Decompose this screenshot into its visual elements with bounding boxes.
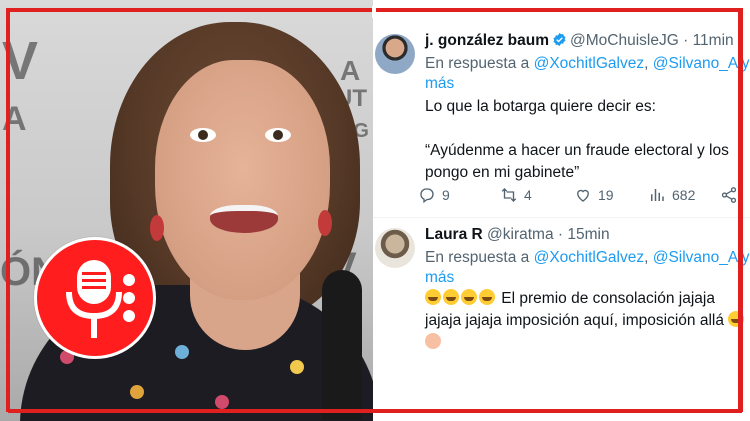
- reply-prefix: En respuesta a: [425, 55, 534, 72]
- timestamp[interactable]: 11min: [693, 32, 734, 49]
- tweet[interactable]: Laura R @kiratma · 15min En respuesta a …: [373, 222, 750, 421]
- timestamp[interactable]: 15min: [567, 226, 609, 243]
- frame-border-right: [738, 8, 743, 412]
- avatar[interactable]: [375, 228, 415, 268]
- display-name[interactable]: Laura R: [425, 226, 483, 243]
- like-count: 19: [598, 187, 614, 203]
- mouth: [210, 205, 278, 233]
- tweet-thread: j. gonzález baum @MoChuisleJG · 11min En …: [373, 0, 750, 421]
- tweet[interactable]: j. gonzález baum @MoChuisleJG · 11min En …: [373, 28, 750, 218]
- heart-icon: [577, 189, 589, 202]
- views-count: 682: [672, 187, 696, 203]
- reply-more-link[interactable]: más: [425, 75, 454, 92]
- microphone-icon: [66, 260, 135, 338]
- earring-right: [318, 210, 332, 236]
- left-eye: [190, 128, 216, 142]
- earring-left: [150, 215, 164, 241]
- laughing-emoji-icon: [425, 289, 441, 305]
- reply-separator: ,: [644, 55, 653, 72]
- tweet-text: El premio de consolación jajaja jajaja j…: [425, 288, 750, 354]
- reply-button[interactable]: 9: [418, 186, 450, 204]
- user-handle[interactable]: @MoChuisleJG: [570, 32, 679, 49]
- separator-dot: ·: [678, 32, 693, 49]
- tweet-actions: 9 4 19 682: [418, 186, 748, 208]
- avatar[interactable]: [375, 34, 415, 74]
- reply-prefix: En respuesta a: [425, 249, 534, 266]
- mention-link[interactable]: @Silvano_A: [653, 55, 738, 72]
- separator-dot: ·: [553, 226, 568, 243]
- tweet-text: Lo que la botarga quiere decir es: “Ayúd…: [425, 96, 750, 184]
- reply-more-link[interactable]: más: [425, 269, 454, 286]
- speaker-photo: A UT EG V A ÓN V: [0, 0, 375, 421]
- user-handle[interactable]: @kiratma: [483, 226, 554, 243]
- user-handle-text: @kiratma: [487, 226, 554, 243]
- retweet-button[interactable]: 4: [500, 186, 532, 204]
- tweet-paragraph: “Ayúdenme a hacer un fraude electoral y …: [425, 142, 729, 181]
- laughing-emoji-icon: [479, 289, 495, 305]
- tweet-paragraph: Lo que la botarga quiere decir es:: [425, 98, 656, 115]
- mention-link[interactable]: @XochitlGalvez: [534, 249, 645, 266]
- reply-context: En respuesta a @XochitlGalvez, @Silvano_…: [425, 248, 750, 288]
- verified-badge-icon: [553, 32, 566, 47]
- frame-border-left: [6, 8, 10, 412]
- mention-link[interactable]: @XochitlGalvez: [534, 55, 645, 72]
- reply-icon: [420, 188, 434, 204]
- laughing-emoji-icon: [443, 289, 459, 305]
- frame-gap: [372, 6, 376, 18]
- retweet-icon: [501, 188, 517, 202]
- podcast-badge: [34, 237, 156, 359]
- microphone-stand: [322, 270, 362, 420]
- reply-context: En respuesta a @XochitlGalvez, @Silvano_…: [425, 54, 750, 94]
- share-icon: [721, 187, 737, 203]
- frame-border-bottom: [8, 409, 742, 413]
- like-button[interactable]: 19: [574, 186, 614, 204]
- flower-pattern: [215, 395, 229, 409]
- share-button[interactable]: [720, 186, 738, 204]
- flower-pattern: [130, 385, 144, 399]
- views-icon: [651, 189, 664, 201]
- reply-count: 9: [442, 187, 450, 203]
- tweet-header: j. gonzález baum @MoChuisleJG · 11min: [425, 32, 734, 50]
- flower-pattern: [290, 360, 304, 374]
- right-eye: [265, 128, 291, 142]
- face: [155, 60, 330, 300]
- facepalm-emoji-icon: [425, 333, 441, 349]
- laughing-emoji-icon: [461, 289, 477, 305]
- flower-pattern: [175, 345, 189, 359]
- views-button[interactable]: 682: [648, 186, 695, 204]
- retweet-count: 4: [524, 187, 532, 203]
- display-name[interactable]: j. gonzález baum: [425, 32, 549, 49]
- tweet-header: Laura R @kiratma · 15min: [425, 226, 610, 244]
- reply-separator: ,: [644, 249, 653, 266]
- mention-link[interactable]: @Silvano_A: [653, 249, 738, 266]
